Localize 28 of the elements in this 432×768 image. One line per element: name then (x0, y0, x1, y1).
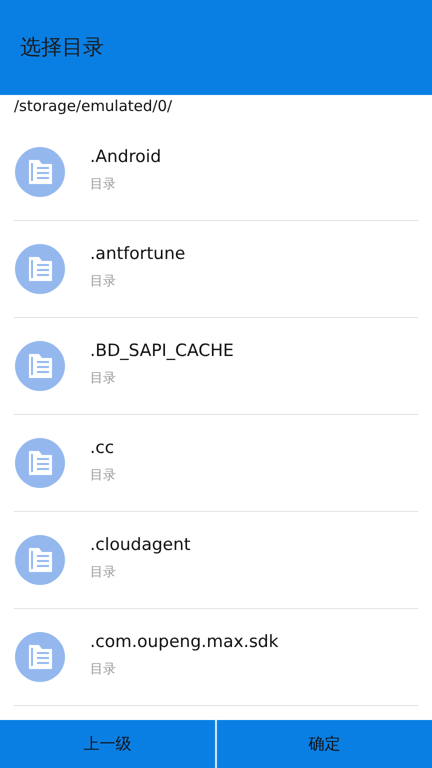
folder-row[interactable]: .cloudagent 目录 (14, 512, 418, 609)
folder-icon (14, 631, 66, 683)
current-path: /storage/emulated/0/ (14, 97, 172, 115)
folder-icon (14, 340, 66, 392)
folder-type: 目录 (90, 467, 116, 484)
folder-row[interactable]: .antfortune 目录 (14, 221, 418, 318)
folder-type: 目录 (90, 564, 117, 581)
folder-row[interactable]: .cc 目录 (14, 415, 418, 512)
folder-icon (14, 534, 66, 586)
folder-type: 目录 (90, 273, 117, 290)
folder-name: .cloudagent (90, 535, 191, 555)
folder-row[interactable]: .Android 目录 (14, 124, 418, 221)
confirm-button[interactable]: 确定 (217, 720, 432, 768)
folder-type: 目录 (90, 370, 117, 387)
folder-name: .com.oupeng.max.sdk (90, 632, 278, 652)
folder-name: .Android (90, 147, 162, 167)
folder-row[interactable]: .BD_SAPI_CACHE 目录 (14, 318, 418, 415)
folder-name: .cc (90, 438, 116, 458)
parent-button[interactable]: 上一级 (0, 720, 215, 768)
folder-icon (14, 146, 66, 198)
folder-name: .BD_SAPI_CACHE (90, 341, 234, 361)
folder-row[interactable]: .com.oupeng.max.sdk 目录 (14, 609, 418, 706)
folder-type: 目录 (90, 661, 117, 678)
folder-icon (14, 243, 66, 295)
folder-type: 目录 (90, 176, 117, 193)
folder-name: .antfortune (90, 244, 186, 264)
folder-icon (14, 437, 66, 489)
screen-title: 选择目录 (20, 34, 104, 60)
